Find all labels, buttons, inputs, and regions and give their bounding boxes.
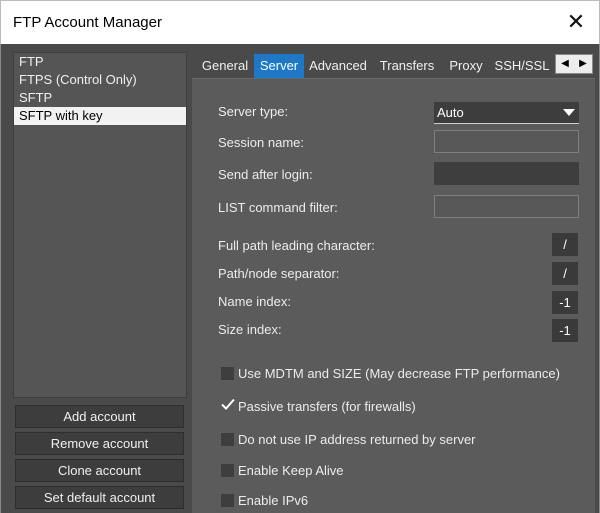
passive-transfers-label: Passive transfers (for firewalls) <box>238 399 416 414</box>
tab-scroll-left-icon[interactable]: ◀ <box>556 55 574 73</box>
clone-account-button[interactable]: Clone account <box>15 459 184 482</box>
server-type-label: Server type: <box>218 104 289 119</box>
ipv6-label: Enable IPv6 <box>238 493 309 508</box>
checkbox-box <box>221 464 234 477</box>
tab-server[interactable]: Server <box>254 54 304 78</box>
remove-account-button[interactable]: Remove account <box>15 432 184 455</box>
add-account-button[interactable]: Add account <box>15 405 184 428</box>
tab-strip: General Server Advanced Transfers Proxy … <box>194 54 594 78</box>
checkbox-box <box>221 494 234 507</box>
mdtm-size-label: Use MDTM and SIZE (May decrease FTP perf… <box>238 366 560 381</box>
name-index-label: Name index: <box>218 294 291 309</box>
server-type-select[interactable]: Auto <box>434 102 579 124</box>
account-item-ftps[interactable]: FTPS (Control Only) <box>14 71 186 89</box>
tab-general[interactable]: General <box>197 54 253 78</box>
session-name-input[interactable] <box>434 130 579 153</box>
separator-input[interactable]: / <box>552 262 578 285</box>
tab-scroll-right-icon[interactable]: ▶ <box>574 55 592 73</box>
full-path-label: Full path leading character: <box>218 238 375 253</box>
separator-label: Path/node separator: <box>218 266 340 281</box>
tab-transfers[interactable]: Transfers <box>375 54 439 78</box>
dialog-body: FTP FTPS (Control Only) SFTP SFTP with k… <box>0 44 600 513</box>
checkmark-icon <box>221 398 235 410</box>
tab-ssh-ssl[interactable]: SSH/SSL <box>492 54 552 78</box>
account-item-sftp-key[interactable]: SFTP with key <box>14 107 186 125</box>
name-index-input[interactable]: -1 <box>552 291 578 314</box>
tab-scroll-buttons: ◀ ▶ <box>555 54 593 74</box>
account-item-ftp[interactable]: FTP <box>14 53 186 71</box>
account-list[interactable]: FTP FTPS (Control Only) SFTP SFTP with k… <box>13 52 187 398</box>
size-index-label: Size index: <box>218 322 282 337</box>
server-tab-panel: Server type: Auto Session name: Send aft… <box>192 78 595 513</box>
tab-proxy[interactable]: Proxy <box>443 54 489 78</box>
set-default-account-button[interactable]: Set default account <box>15 486 184 509</box>
checkbox-box <box>221 367 234 380</box>
chevron-down-icon <box>563 109 575 116</box>
list-filter-label: LIST command filter: <box>218 200 338 215</box>
list-filter-input[interactable] <box>434 195 579 218</box>
send-after-login-input[interactable] <box>434 162 579 185</box>
title-bar: FTP Account Manager ✕ <box>0 0 600 44</box>
account-item-sftp[interactable]: SFTP <box>14 89 186 107</box>
close-icon[interactable]: ✕ <box>563 9 589 35</box>
server-type-value: Auto <box>437 105 464 120</box>
send-after-login-label: Send after login: <box>218 167 313 182</box>
size-index-input[interactable]: -1 <box>552 319 578 342</box>
window-title: FTP Account Manager <box>13 14 162 31</box>
checkbox-box <box>221 433 234 446</box>
ignore-server-ip-label: Do not use IP address returned by server <box>238 432 476 447</box>
session-name-label: Session name: <box>218 135 304 150</box>
keep-alive-label: Enable Keep Alive <box>238 463 344 478</box>
tab-advanced[interactable]: Advanced <box>305 54 371 78</box>
full-path-input[interactable]: / <box>552 233 578 256</box>
